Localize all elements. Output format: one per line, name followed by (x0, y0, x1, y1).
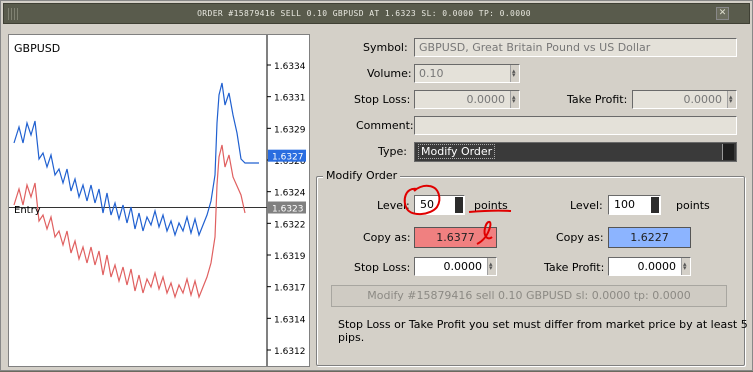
ask-price-line (13, 144, 246, 300)
window-title: ORDER #15879416 SELL 0.10 GBPUSD AT 1.63… (197, 9, 531, 18)
title-bar[interactable]: ORDER #15879416 SELL 0.10 GBPUSD AT 1.63… (3, 3, 750, 24)
volume-field[interactable]: 0.10 (414, 63, 520, 84)
price-tick-label: 1.6317 (274, 284, 306, 294)
modify-takeprofit-label: Take Profit: (544, 261, 605, 274)
chart-svg: 1.63341.63311.63291.63261.63241.63221.63… (9, 35, 306, 366)
price-tick-label: 1.6322 (274, 220, 306, 230)
price-tick-label: 1.6314 (274, 315, 306, 325)
points-left-label: points (474, 199, 508, 212)
modify-order-button[interactable]: Modify #15879416 sell 0.10 GBPUSD sl: 0.… (331, 285, 727, 307)
level-left-spinner[interactable] (455, 197, 463, 213)
chevron-down-icon[interactable] (722, 144, 734, 160)
volume-label: Volume: (367, 67, 412, 80)
price-tick-label: 1.6312 (274, 347, 306, 357)
type-value: Modify Order (418, 144, 496, 159)
modify-stoploss-label: Stop Loss: (354, 261, 411, 274)
entry-price-label: 1.6323 (272, 205, 304, 215)
copy-as-tp-button[interactable]: 1.6227 (608, 227, 691, 248)
min-distance-hint: Stop Loss or Take Profit you set must di… (338, 318, 748, 344)
volume-value: 0.10 (419, 67, 444, 80)
copyas-left-label: Copy as: (363, 231, 411, 244)
price-tick-label: 1.6329 (274, 125, 306, 135)
title-grip (8, 8, 18, 20)
chart-symbol: GBPUSD (14, 42, 61, 55)
level-left-label: Level: (377, 199, 410, 212)
level-right-spinner[interactable] (651, 197, 659, 213)
modify-stoploss-value: 0.0000 (443, 260, 483, 273)
price-chart: 1.6334 1.6331 1.6329 1.6326 1.6324 1.6322 1.63… (8, 34, 310, 367)
symbol-field[interactable]: GBPUSD, Great Britain Pound vs US Dollar (414, 38, 737, 57)
order-window: ORDER #15879416 SELL 0.10 GBPUSD AT 1.63… (0, 0, 753, 371)
level-right-field[interactable]: 100 (608, 195, 661, 215)
volume-scroll[interactable] (510, 63, 519, 84)
level-right-label: Level: (570, 199, 603, 212)
level-right-value: 100 (614, 198, 635, 211)
points-right-label: points (676, 199, 710, 212)
comment-label: Comment: (356, 119, 414, 132)
stoploss-label: Stop Loss: (354, 93, 411, 106)
price-tick-label: 1.6324 (274, 189, 306, 199)
modify-order-legend: Modify Order (323, 169, 401, 182)
takeprofit-field[interactable]: 0.0000 (632, 89, 737, 110)
type-label: Type: (378, 145, 407, 158)
comment-field[interactable] (414, 116, 737, 135)
current-bid-label: 1.6327 (272, 153, 304, 163)
modify-takeprofit-spinner[interactable] (681, 256, 690, 277)
entry-label: Entry (14, 205, 41, 216)
price-tick-label: 1.6331 (274, 94, 306, 104)
type-select[interactable]: Modify Order (414, 142, 737, 162)
copyas-right-label: Copy as: (556, 231, 604, 244)
price-tick-label: 1.6319 (274, 252, 306, 262)
copy-as-sl-button[interactable]: 1.6377 (414, 227, 497, 248)
takeprofit-spinner[interactable] (727, 89, 736, 110)
modify-stoploss-spinner[interactable] (487, 256, 496, 277)
level-left-value: 50 (420, 198, 434, 211)
takeprofit-label: Take Profit: (567, 93, 628, 106)
price-tick-label: 1.6334 (274, 62, 306, 72)
modify-takeprofit-value: 0.0000 (637, 260, 677, 273)
takeprofit-value: 0.0000 (683, 93, 723, 106)
stoploss-field[interactable]: 0.0000 (414, 89, 520, 110)
bid-price-line (13, 82, 259, 238)
modify-takeprofit-field[interactable]: 0.0000 (608, 256, 691, 277)
level-left-field[interactable]: 50 (414, 195, 465, 215)
stoploss-spinner[interactable] (510, 89, 519, 110)
symbol-label: Symbol: (363, 41, 408, 54)
close-icon[interactable]: ✕ (716, 7, 729, 20)
stoploss-value: 0.0000 (466, 93, 506, 106)
modify-stoploss-field[interactable]: 0.0000 (414, 256, 497, 277)
